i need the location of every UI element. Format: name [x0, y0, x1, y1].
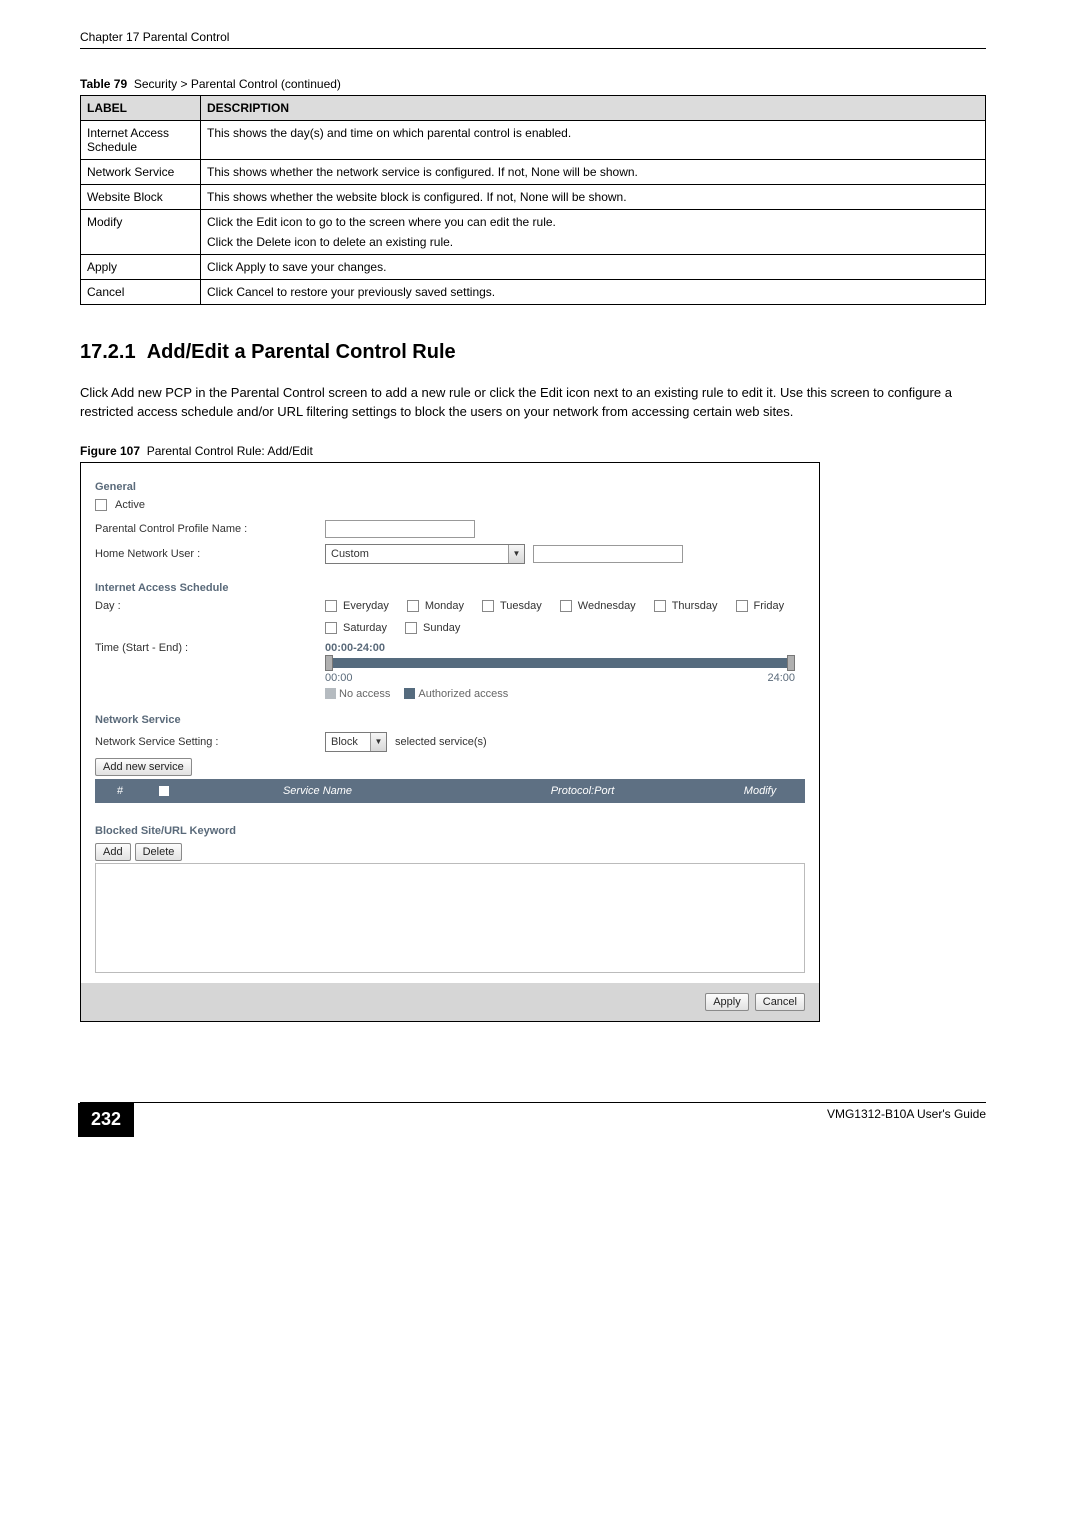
home-user-label: Home Network User : — [95, 548, 325, 560]
slider-handle-icon[interactable] — [787, 655, 795, 671]
day-check-friday[interactable]: Friday — [736, 600, 785, 612]
checkbox-icon — [736, 600, 748, 612]
figure-107-screenshot: General Active Parental Control Profile … — [80, 462, 820, 1022]
checkbox-icon — [325, 622, 337, 634]
service-col-proto: Protocol:Port — [450, 785, 715, 797]
section-body: Click Add new PCP in the Parental Contro… — [80, 384, 986, 422]
blocked-delete-button[interactable]: Delete — [135, 843, 183, 861]
profile-name-input[interactable] — [325, 520, 475, 538]
home-user-select[interactable]: Custom ▼ — [325, 544, 525, 564]
checkbox-icon — [407, 600, 419, 612]
active-label: Active — [115, 499, 145, 511]
table-row-label: Internet Access Schedule — [81, 121, 201, 160]
service-col-name: Service Name — [185, 785, 450, 797]
network-service-heading: Network Service — [95, 714, 805, 726]
table-row-label: Apply — [81, 255, 201, 280]
blocked-add-button[interactable]: Add — [95, 843, 131, 861]
table-79-caption: Table 79 Security > Parental Control (co… — [80, 77, 986, 91]
legend-swatch-blue-icon — [404, 688, 415, 699]
time-start: 00:00 — [325, 672, 353, 684]
checkbox-icon — [560, 600, 572, 612]
chevron-down-icon: ▼ — [508, 545, 524, 563]
table-79-caption-text: Security > Parental Control (continued) — [134, 77, 341, 91]
service-setting-label: Network Service Setting : — [95, 736, 325, 748]
day-check-monday[interactable]: Monday — [407, 600, 464, 612]
day-check-tuesday[interactable]: Tuesday — [482, 600, 542, 612]
cancel-button[interactable]: Cancel — [755, 993, 805, 1011]
table-79-label: Table 79 — [80, 77, 127, 91]
section-title: Add/Edit a Parental Control Rule — [147, 341, 456, 363]
blocked-site-listbox[interactable] — [95, 863, 805, 973]
active-checkbox-row[interactable]: Active — [95, 499, 145, 511]
day-check-saturday[interactable]: Saturday — [325, 622, 387, 634]
page-number: 232 — [78, 1103, 134, 1137]
table-row-desc: Click Apply to save your changes. — [201, 255, 986, 280]
chapter-title: Chapter 17 Parental Control — [80, 30, 229, 44]
checkbox-icon — [482, 600, 494, 612]
table-79: LABEL DESCRIPTION Internet Access Schedu… — [80, 95, 986, 305]
day-check-wednesday[interactable]: Wednesday — [560, 600, 636, 612]
service-col-hash: # — [95, 785, 145, 797]
section-heading: 17.2.1 Add/Edit a Parental Control Rule — [80, 341, 986, 364]
service-col-modify: Modify — [715, 785, 805, 797]
checkbox-icon — [654, 600, 666, 612]
time-end: 24:00 — [767, 672, 795, 684]
table-row-label: Modify — [81, 210, 201, 255]
checkbox-icon — [95, 499, 107, 511]
header-rule — [80, 48, 986, 49]
table-row-desc: Click Cancel to restore your previously … — [201, 280, 986, 305]
table-row-desc: Click the Edit icon to go to the screen … — [201, 210, 986, 255]
day-check-thursday[interactable]: Thursday — [654, 600, 718, 612]
time-range-value: 00:00-24:00 — [325, 642, 795, 654]
service-setting-suffix: selected service(s) — [395, 736, 487, 748]
blocked-heading: Blocked Site/URL Keyword — [95, 825, 805, 837]
service-setting-select[interactable]: Block ▼ — [325, 732, 387, 752]
schedule-heading: Internet Access Schedule — [95, 582, 805, 594]
home-user-value: Custom — [326, 548, 374, 560]
table-79-head-desc: DESCRIPTION — [201, 96, 986, 121]
time-slider[interactable] — [325, 658, 795, 668]
figure-107-caption: Figure 107 Parental Control Rule: Add/Ed… — [80, 444, 986, 458]
checkbox-icon — [405, 622, 417, 634]
checkbox-icon — [325, 600, 337, 612]
home-user-extra-input[interactable] — [533, 545, 683, 563]
day-checkboxes: Everyday Monday Tuesday Wednesday Thursd… — [325, 600, 805, 634]
table-row-desc: This shows whether the network service i… — [201, 160, 986, 185]
figure-107-label: Figure 107 — [80, 444, 140, 458]
day-check-everyday[interactable]: Everyday — [325, 600, 389, 612]
day-check-sunday[interactable]: Sunday — [405, 622, 460, 634]
add-new-service-button[interactable]: Add new service — [95, 758, 192, 776]
page-footer: 232 VMG1312-B10A User's Guide — [80, 1102, 986, 1121]
service-table-header: # Service Name Protocol:Port Modify — [95, 779, 805, 803]
section-number: 17.2.1 — [80, 341, 136, 363]
dialog-footer-bar: Apply Cancel — [81, 983, 819, 1021]
apply-button[interactable]: Apply — [705, 993, 749, 1011]
chevron-down-icon: ▼ — [370, 733, 386, 751]
general-heading: General — [95, 481, 805, 493]
table-row-label: Cancel — [81, 280, 201, 305]
time-legend: No access Authorized access — [325, 688, 795, 700]
figure-107-caption-text: Parental Control Rule: Add/Edit — [147, 444, 313, 458]
service-setting-value: Block — [326, 736, 363, 748]
running-header: Chapter 17 Parental Control — [80, 30, 986, 44]
day-label: Day : — [95, 600, 325, 612]
profile-name-label: Parental Control Profile Name : — [95, 523, 325, 535]
table-row-desc: This shows the day(s) and time on which … — [201, 121, 986, 160]
table-row-desc: This shows whether the website block is … — [201, 185, 986, 210]
time-label: Time (Start - End) : — [95, 642, 325, 654]
table-row-label: Website Block — [81, 185, 201, 210]
guide-name: VMG1312-B10A User's Guide — [80, 1107, 986, 1121]
table-79-head-label: LABEL — [81, 96, 201, 121]
slider-handle-icon[interactable] — [325, 655, 333, 671]
table-row-label: Network Service — [81, 160, 201, 185]
legend-swatch-grey-icon — [325, 688, 336, 699]
checkbox-icon[interactable] — [159, 786, 169, 796]
